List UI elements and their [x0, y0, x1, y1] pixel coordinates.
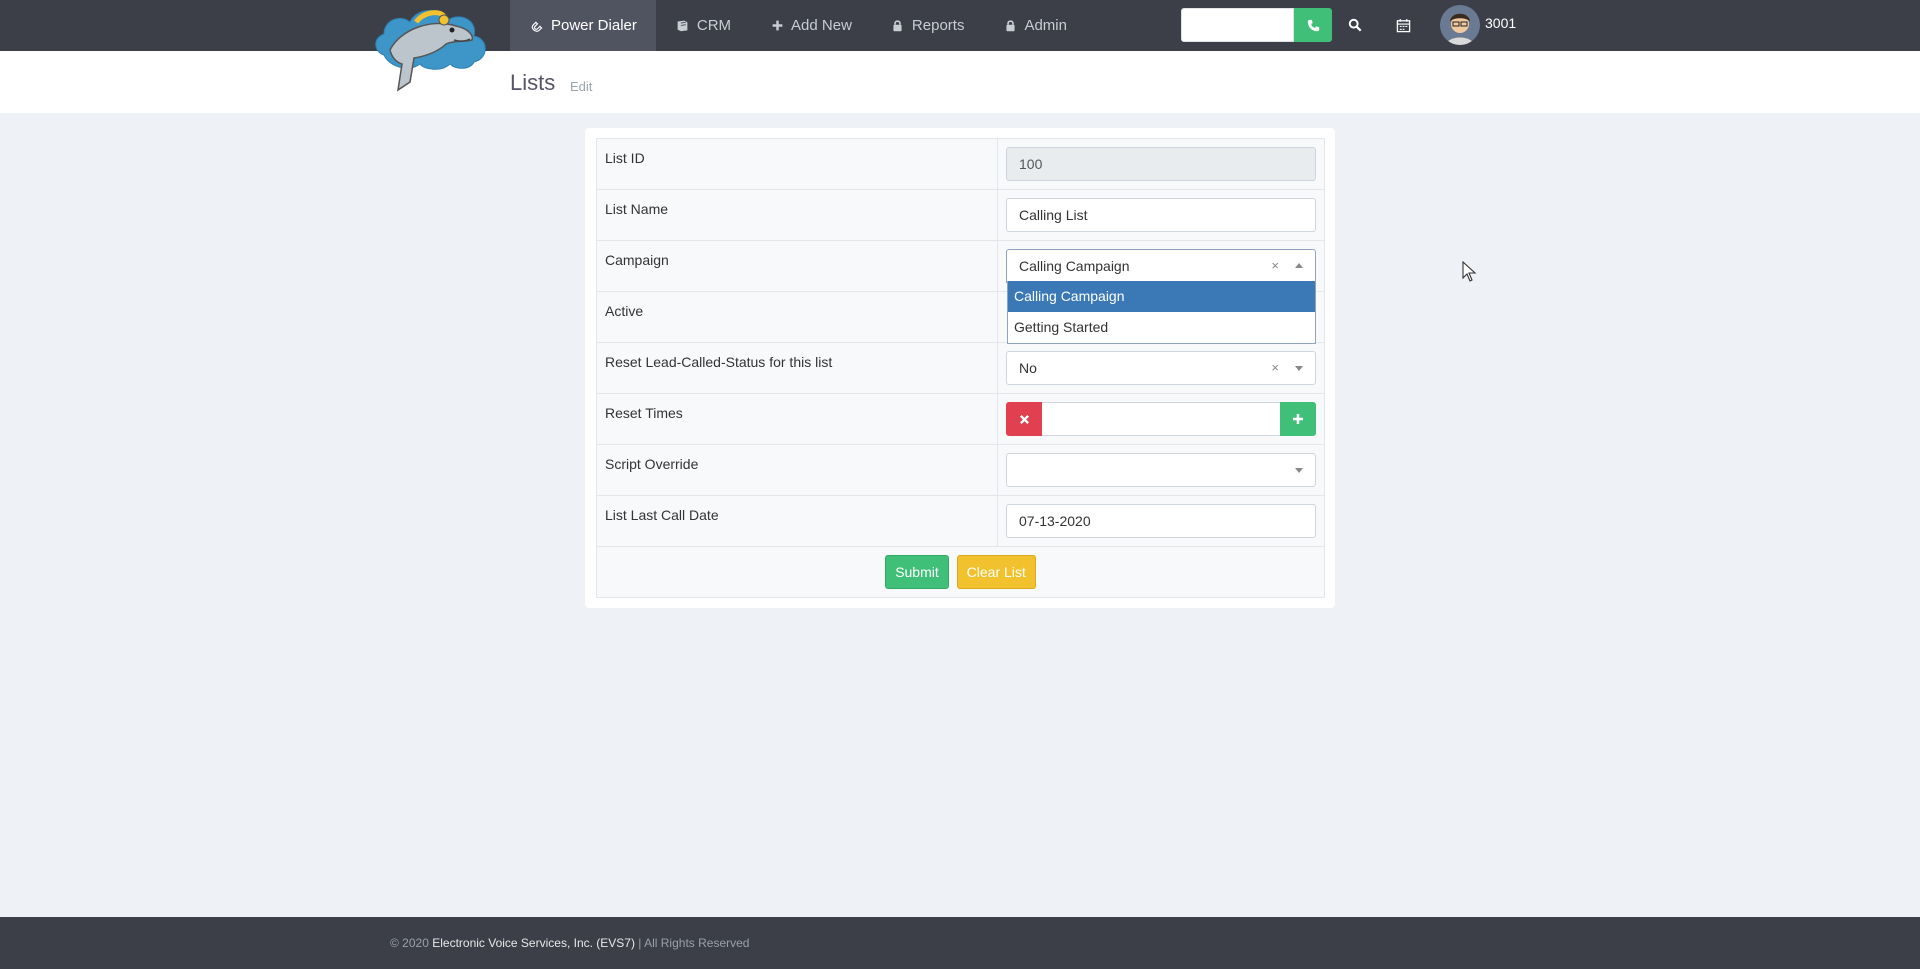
close-icon — [1019, 414, 1029, 424]
reset-times-group — [1006, 402, 1316, 436]
plus-icon — [769, 18, 785, 34]
last-call-date-input[interactable]: 07-13-2020 — [1006, 504, 1316, 538]
nav-reports[interactable]: Reports — [871, 0, 984, 51]
main-nav: Power Dialer CRM Add New Reports Admin — [510, 0, 1086, 51]
clear-list-button[interactable]: Clear List — [956, 555, 1036, 589]
reset-times-label: Reset Times — [596, 393, 998, 445]
plus-icon — [1293, 414, 1303, 424]
list-name-input[interactable]: Calling List — [1006, 198, 1316, 232]
nav-power-dialer[interactable]: Power Dialer — [510, 0, 656, 51]
active-label: Active — [596, 291, 998, 343]
user-extension[interactable]: 3001 — [1485, 15, 1516, 31]
nav-crm-label: CRM — [696, 17, 732, 34]
campaign-selected-value: Calling Campaign — [1019, 258, 1130, 274]
nav-power-dialer-label: Power Dialer — [551, 17, 637, 34]
list-edit-form: List ID 100 List Name Calling List Campa… — [596, 138, 1325, 598]
dolphin-logo[interactable] — [370, 0, 498, 92]
list-id-input: 100 — [1006, 147, 1316, 181]
last-call-date-label: List Last Call Date — [596, 495, 998, 547]
campaign-select[interactable]: Calling Campaign × — [1006, 249, 1316, 283]
campaign-label: Campaign — [596, 240, 998, 292]
phone-icon — [1307, 19, 1319, 31]
reset-times-input[interactable] — [1042, 402, 1280, 436]
reset-status-value: No — [1019, 360, 1037, 376]
form-row-reset-status: Reset Lead-Called-Status for this list N… — [596, 342, 1325, 394]
chevron-down-icon[interactable] — [1295, 468, 1303, 473]
phone-link-icon — [529, 18, 545, 34]
reset-status-select[interactable]: No × — [1006, 351, 1316, 385]
form-actions-row: Submit Clear List — [596, 546, 1325, 598]
search-button[interactable] — [1345, 15, 1365, 35]
nav-admin[interactable]: Admin — [983, 0, 1086, 51]
nav-crm[interactable]: CRM — [656, 0, 750, 51]
submit-button[interactable]: Submit — [885, 555, 949, 589]
campaign-dropdown: Calling Campaign Getting Started — [1007, 281, 1316, 344]
lock-icon — [1002, 18, 1018, 34]
reset-status-label: Reset Lead-Called-Status for this list — [596, 342, 998, 394]
form-row-reset-times: Reset Times — [596, 393, 1325, 445]
page-footer — [0, 917, 1920, 969]
footer-copyright: © 2020 Electronic Voice Services, Inc. (… — [390, 936, 749, 950]
list-name-label: List Name — [596, 189, 998, 241]
dial-call-button[interactable] — [1294, 8, 1332, 42]
page-header — [0, 51, 1920, 113]
dial-number-input[interactable] — [1181, 8, 1294, 42]
lock-icon — [890, 18, 906, 34]
remove-reset-time-button[interactable] — [1006, 402, 1042, 436]
nav-add-new[interactable]: Add New — [750, 0, 871, 51]
clear-icon[interactable]: × — [1271, 352, 1279, 384]
page-title: Lists — [510, 70, 556, 95]
mouse-cursor-icon — [1462, 261, 1477, 282]
nav-reports-label: Reports — [911, 17, 965, 34]
calendar-icon — [1396, 18, 1410, 32]
page-subtitle: Edit — [570, 79, 593, 94]
footer-prefix: © 2020 — [390, 936, 433, 950]
form-row-script-override: Script Override — [596, 444, 1325, 496]
add-reset-time-button[interactable] — [1280, 402, 1316, 436]
campaign-option[interactable]: Getting Started — [1008, 312, 1315, 343]
script-override-label: Script Override — [596, 444, 998, 496]
script-override-select[interactable] — [1006, 453, 1316, 487]
search-icon — [1348, 18, 1362, 32]
list-id-label: List ID — [596, 138, 998, 190]
footer-company: Electronic Voice Services, Inc. (EVS7) — [432, 936, 635, 950]
chevron-up-icon[interactable] — [1295, 263, 1303, 268]
footer-suffix: | All Rights Reserved — [634, 936, 750, 950]
chevron-down-icon[interactable] — [1295, 366, 1303, 371]
form-row-list-name: List Name Calling List — [596, 189, 1325, 241]
campaign-option[interactable]: Calling Campaign — [1008, 281, 1315, 312]
calendar-button[interactable] — [1393, 15, 1413, 35]
form-row-last-call-date: List Last Call Date 07-13-2020 — [596, 495, 1325, 547]
user-avatar[interactable] — [1440, 5, 1480, 45]
form-row-list-id: List ID 100 — [596, 138, 1325, 190]
nav-admin-label: Admin — [1024, 17, 1067, 34]
book-icon — [675, 18, 691, 34]
nav-add-new-label: Add New — [791, 17, 852, 34]
clear-icon[interactable]: × — [1271, 250, 1279, 282]
